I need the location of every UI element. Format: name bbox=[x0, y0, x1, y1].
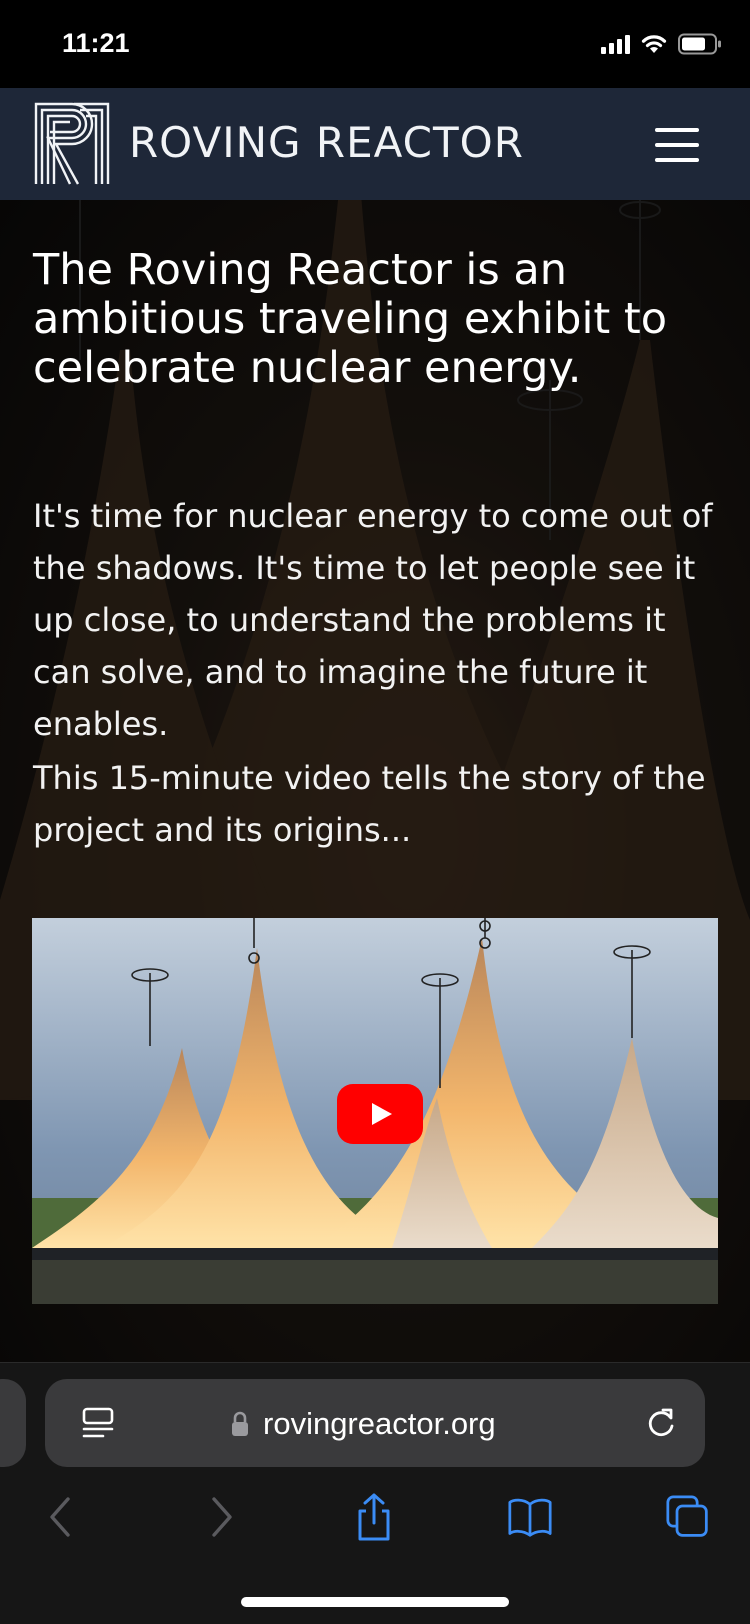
previous-tab-peek[interactable] bbox=[0, 1379, 26, 1467]
signal-icon bbox=[601, 34, 630, 54]
reload-icon[interactable] bbox=[643, 1405, 679, 1441]
address-bar[interactable]: rovingreactor.org bbox=[45, 1379, 705, 1467]
home-indicator bbox=[241, 1597, 509, 1607]
wifi-icon bbox=[641, 35, 667, 53]
site-title[interactable]: ROVING REACTOR bbox=[129, 118, 524, 167]
bookmarks-icon[interactable] bbox=[508, 1493, 552, 1541]
youtube-play-icon[interactable] bbox=[337, 1084, 423, 1144]
video-player[interactable] bbox=[32, 918, 718, 1304]
intro-paragraph: It's time for nuclear energy to come out… bbox=[33, 497, 713, 743]
status-time: 11:21 bbox=[62, 28, 130, 58]
status-icons bbox=[601, 32, 722, 56]
hero-section: The Roving Reactor is an ambitious trave… bbox=[0, 200, 750, 1362]
roving-reactor-logo[interactable] bbox=[32, 100, 112, 186]
browser-bottom-bar: rovingreactor.org bbox=[0, 1362, 750, 1624]
hamburger-menu-icon[interactable] bbox=[655, 128, 699, 162]
share-icon[interactable] bbox=[352, 1493, 396, 1541]
browser-toolbar bbox=[0, 1493, 750, 1553]
site-header: ROVING REACTOR bbox=[0, 88, 750, 200]
page-headline: The Roving Reactor is an ambitious trave… bbox=[33, 245, 668, 393]
reader-icon[interactable] bbox=[81, 1406, 115, 1440]
url-text[interactable]: rovingreactor.org bbox=[263, 1406, 496, 1442]
video-intro-paragraph: This 15-minute video tells the story of … bbox=[33, 759, 706, 849]
lock-icon bbox=[232, 1411, 248, 1436]
status-bar: 11:21 bbox=[0, 0, 750, 88]
battery-icon bbox=[678, 33, 721, 55]
back-icon[interactable] bbox=[40, 1493, 84, 1541]
tabs-icon[interactable] bbox=[666, 1493, 710, 1541]
forward-icon[interactable] bbox=[198, 1493, 242, 1541]
